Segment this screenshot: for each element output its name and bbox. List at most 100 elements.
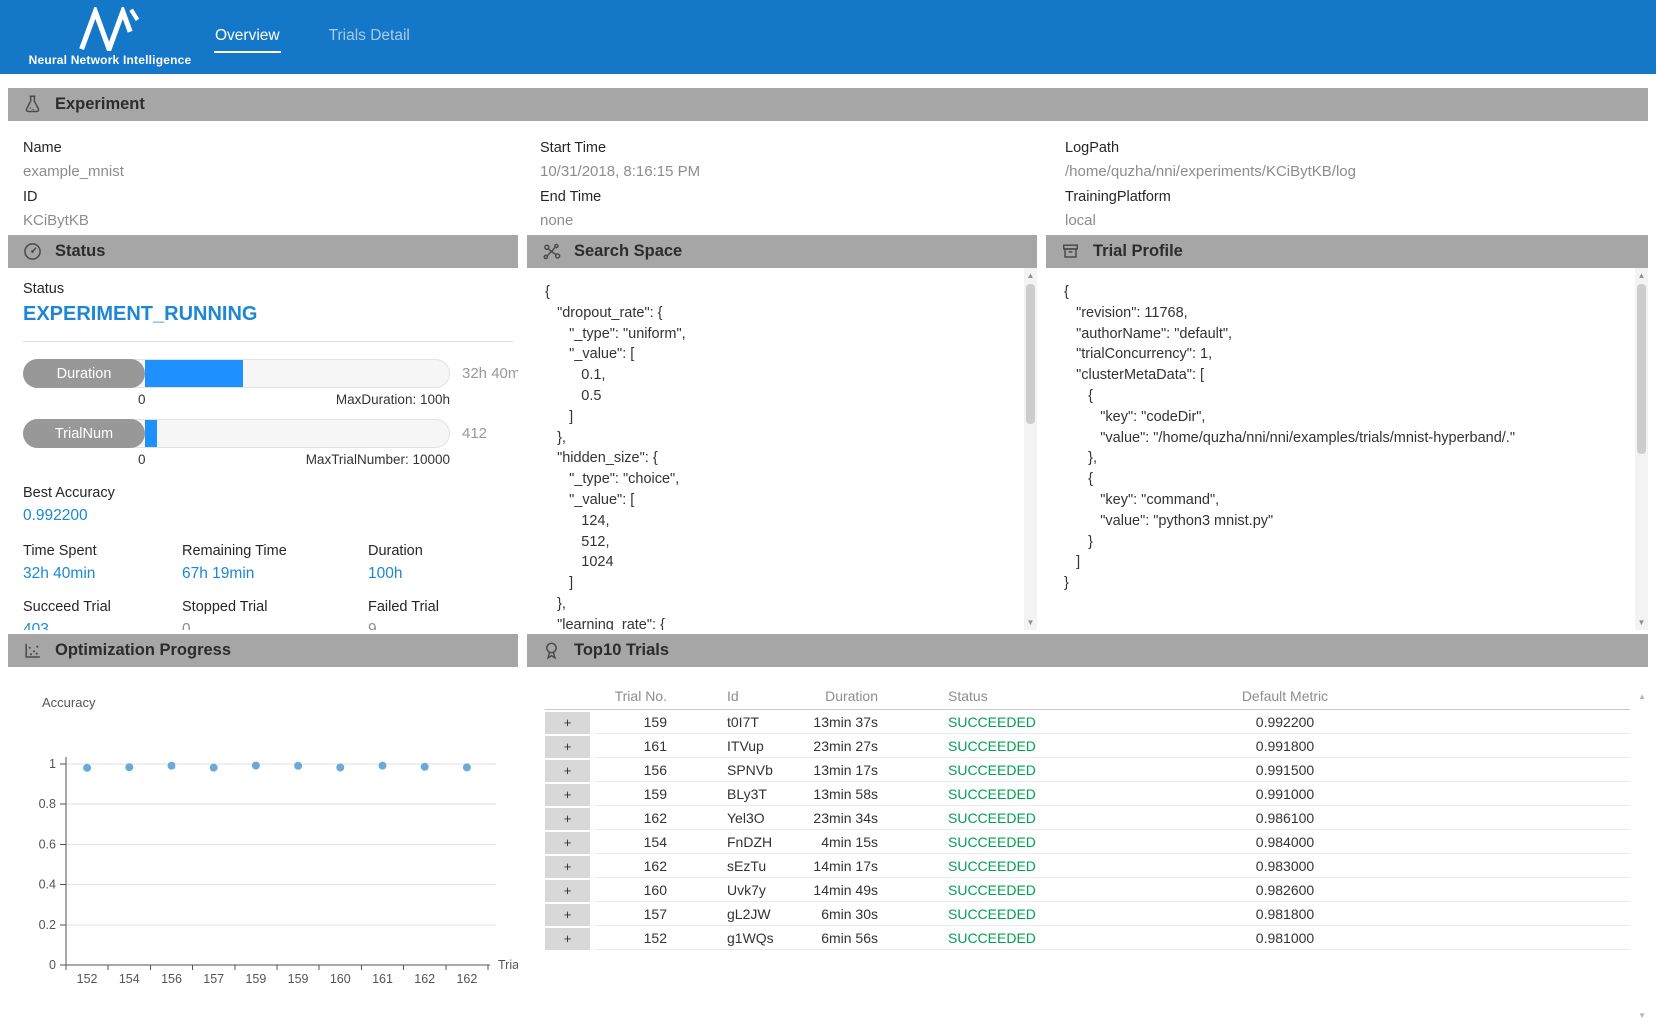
progress-label-pill: TrialNum — [23, 419, 145, 448]
tab-trials-detail[interactable]: Trials Detail — [328, 22, 411, 53]
table-row: +159t0I7T13min 37sSUCCEEDED0.992200 — [545, 710, 1630, 734]
scatter-point — [336, 763, 344, 771]
progress-label-pill: Duration — [23, 359, 145, 388]
stat-label: Remaining Time — [182, 543, 368, 559]
experiment-column: Start Time10/31/2018, 8:16:15 PMEnd Time… — [540, 131, 1065, 231]
cell-trial-no: 160 — [590, 879, 667, 902]
scroll-down-icon[interactable]: ▼ — [1635, 616, 1648, 629]
field-label: Name — [23, 140, 540, 156]
expand-button[interactable]: + — [545, 880, 590, 902]
col-id: Id — [667, 685, 792, 708]
cell-status: SUCCEEDED — [878, 735, 1028, 758]
stat-label: Time Spent — [23, 543, 182, 559]
field-value: KCiBytKB — [23, 212, 540, 229]
table-row: +159BLy3T13min 58sSUCCEEDED0.991000 — [545, 782, 1630, 806]
cell-id: ITVup — [667, 735, 792, 758]
stat-value: 100h — [368, 565, 513, 583]
stat-label: Succeed Trial — [23, 599, 182, 615]
scatter-point — [125, 763, 133, 771]
x-tick-label: 152 — [77, 972, 98, 986]
progress-min: 0 — [138, 392, 146, 407]
scroll-up-icon[interactable]: ▲ — [1635, 269, 1648, 282]
cell-id: SPNVb — [667, 759, 792, 782]
cell-id: FnDZH — [667, 831, 792, 854]
progress-track: Duration — [23, 359, 450, 388]
cell-trial-no: 152 — [590, 927, 667, 950]
table-body: +159t0I7T13min 37sSUCCEEDED0.992200+161I… — [545, 710, 1630, 950]
expand-button[interactable]: + — [545, 736, 590, 758]
cell-trial-no: 157 — [590, 903, 667, 926]
top-trials-section-header: Top10 Trials — [527, 634, 1648, 667]
cell-trial-no: 154 — [590, 831, 667, 854]
expand-button[interactable]: + — [545, 712, 590, 734]
molecule-icon — [542, 242, 561, 261]
scroll-up-icon[interactable]: ▲ — [1024, 269, 1037, 282]
stat-value: 32h 40min — [23, 565, 182, 583]
trial-profile-json[interactable]: { "revision": 11768, "authorName": "defa… — [1046, 268, 1635, 630]
best-accuracy-value: 0.992200 — [23, 507, 513, 525]
col-trial-no: Trial No. — [590, 685, 667, 708]
stat: Remaining Time67h 19min — [182, 527, 368, 583]
cell-id: Uvk7y — [667, 879, 792, 902]
y-tick-label: 0.6 — [39, 837, 56, 851]
cell-metric: 0.986100 — [1028, 807, 1542, 830]
expand-button[interactable]: + — [545, 832, 590, 854]
flask-icon — [23, 95, 42, 114]
cell-trial-no: 156 — [590, 759, 667, 782]
progress-fill — [145, 420, 157, 447]
scroll-thumb[interactable] — [1637, 284, 1646, 454]
gauge-icon — [23, 242, 42, 261]
chart-x-axis-title: Trial — [498, 958, 518, 972]
table-row: +156SPNVb13min 17sSUCCEEDED0.991500 — [545, 758, 1630, 782]
expand-button[interactable]: + — [545, 784, 590, 806]
scroll-down-icon[interactable]: ▼ — [1024, 616, 1037, 629]
search-space-json[interactable]: { "dropout_rate": { "_type": "uniform", … — [527, 268, 1024, 630]
optimization-panel: Optimization Progress Accuracy00.20.40.6… — [8, 634, 518, 1025]
status-panel: Status Status EXPERIMENT_RUNNING Duratio… — [8, 235, 518, 630]
cell-duration: 14min 49s — [792, 879, 878, 902]
tab-overview[interactable]: Overview — [214, 22, 281, 53]
status-section-header: Status — [8, 235, 518, 268]
field-value: 10/31/2018, 8:16:15 PM — [540, 163, 1065, 180]
x-tick-label: 161 — [372, 972, 393, 986]
top-trials-title: Top10 Trials — [574, 641, 669, 660]
top-trials-table: Trial No. Id Duration Status Default Met… — [545, 683, 1630, 950]
cell-duration: 6min 56s — [792, 927, 878, 950]
stat: Duration100h — [368, 527, 513, 583]
expand-button[interactable]: + — [545, 904, 590, 926]
col-status: Status — [878, 685, 1028, 708]
nni-logo[interactable]: Neural Network Intelligence — [24, 7, 196, 67]
status-title: Status — [55, 242, 105, 261]
cell-trial-no: 162 — [590, 855, 667, 878]
experiment-column: Nameexample_mnistIDKCiBytKB — [23, 131, 540, 231]
scatter-point — [168, 762, 176, 770]
x-tick-label: 157 — [203, 972, 224, 986]
table-header: Trial No. Id Duration Status Default Met… — [545, 683, 1630, 710]
col-duration: Duration — [792, 685, 878, 708]
field-label: ID — [23, 189, 540, 205]
cell-id: g1WQs — [667, 927, 792, 950]
scroll-thumb[interactable] — [1026, 284, 1035, 424]
status-label: Status — [23, 281, 513, 297]
top-trials-scroll-down-icon[interactable]: ▼ — [1638, 1011, 1646, 1020]
trial-profile-section-header: Trial Profile — [1046, 235, 1648, 268]
top-trials-scroll-up-icon[interactable]: ▲ — [1638, 692, 1646, 701]
cell-metric: 0.991800 — [1028, 735, 1542, 758]
chart-y-axis-title: Accuracy — [42, 695, 96, 710]
y-tick-label: 0.4 — [39, 878, 56, 892]
y-tick-label: 0 — [49, 958, 56, 972]
expand-button[interactable]: + — [545, 760, 590, 782]
field-value: /home/quzha/nni/experiments/KCiBytKB/log — [1065, 163, 1648, 180]
progress-fill — [145, 360, 243, 387]
table-row: +162sEzTu14min 17sSUCCEEDED0.983000 — [545, 854, 1630, 878]
field-value: none — [540, 212, 1065, 229]
cell-id: gL2JW — [667, 903, 792, 926]
expand-button[interactable]: + — [545, 928, 590, 950]
expand-button[interactable]: + — [545, 808, 590, 830]
expand-button[interactable]: + — [545, 856, 590, 878]
cell-duration: 23min 27s — [792, 735, 878, 758]
y-tick-label: 1 — [49, 757, 56, 771]
table-row: +152g1WQs6min 56sSUCCEEDED0.981000 — [545, 926, 1630, 950]
field-label: LogPath — [1065, 140, 1648, 156]
trialnum-progress-bar: TrialNum4120MaxTrialNumber: 10000 — [23, 419, 513, 467]
